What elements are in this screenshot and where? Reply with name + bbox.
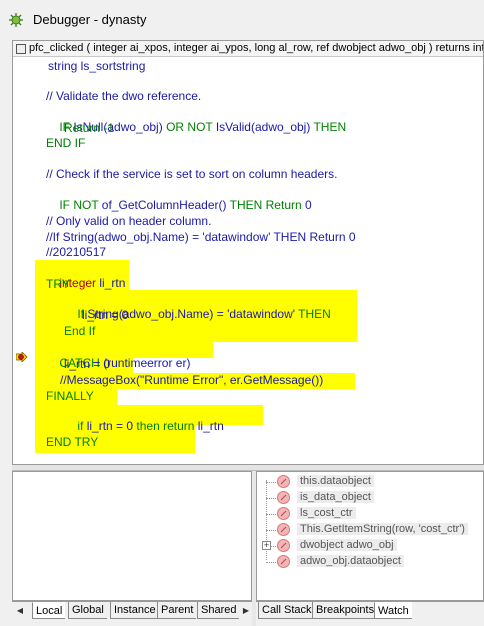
- code-keyword: OR NOT: [166, 120, 216, 134]
- tab-global[interactable]: Global: [68, 602, 107, 619]
- code-text: IsValid(adwo_obj): [215, 120, 314, 134]
- variables-pane[interactable]: [12, 471, 252, 601]
- debugger-icon: [9, 13, 23, 27]
- code-comment: // Validate the dwo reference.: [46, 89, 202, 103]
- watch-item[interactable]: adwo_obj.dataobject: [257, 554, 483, 570]
- code-text: (runtimeerror er): [103, 356, 191, 370]
- breakpoint-arrow-icon: [16, 352, 28, 362]
- window-title: Debugger - dynasty: [33, 12, 147, 27]
- invalid-watch-icon: [277, 507, 290, 520]
- watch-item[interactable]: This.GetItemString(row, 'cost_ctr'): [257, 522, 483, 538]
- watch-expression: This.GetItemString(row, 'cost_ctr'): [297, 523, 468, 535]
- watch-expression: dwobject adwo_obj: [297, 539, 397, 551]
- expand-icon[interactable]: +: [262, 541, 271, 550]
- code-keyword: THEN: [313, 120, 347, 134]
- code-comment: //MessageBox("Runtime Error", er.GetMess…: [60, 373, 324, 387]
- code-text: of_GetColumnHeader(): [101, 198, 230, 212]
- tab-instance[interactable]: Instance: [110, 602, 159, 619]
- code-keyword: THEN: [298, 307, 331, 321]
- debug-tab-bar: Call Stack Breakpoints Watch: [256, 601, 484, 619]
- function-signature: pfc_clicked ( integer ai_xpos, integer a…: [29, 42, 484, 54]
- tab-local[interactable]: Local: [32, 602, 66, 619]
- code-keyword: THEN Return: [229, 198, 305, 212]
- tab-shared[interactable]: Shared: [197, 602, 240, 619]
- editor-gutter[interactable]: [13, 57, 35, 464]
- title-bar: Debugger - dynasty: [0, 0, 484, 40]
- code-line: End If: [64, 324, 96, 338]
- watch-item[interactable]: ls_cost_ctr: [257, 506, 483, 522]
- code-line: li_rtn = 0: [64, 357, 111, 371]
- code-line: TRY: [46, 277, 70, 291]
- tab-watch[interactable]: Watch: [374, 602, 412, 619]
- code-line: END TRY: [46, 435, 99, 449]
- code-text: li_rtn: [99, 276, 126, 290]
- watch-expression: adwo_obj.dataobject: [297, 555, 404, 567]
- tab-breakpoints[interactable]: Breakpoints: [312, 602, 378, 619]
- watch-item[interactable]: + dwobject adwo_obj: [257, 538, 483, 554]
- code-comment: //20210517: [46, 245, 107, 259]
- function-icon: [16, 44, 26, 54]
- code-line: FINALLY: [46, 389, 94, 403]
- tab-parent[interactable]: Parent: [157, 602, 197, 619]
- watch-expression: ls_cost_ctr: [297, 507, 356, 519]
- code-comment: // Check if the service is set to sort o…: [46, 167, 338, 181]
- tab-call-stack[interactable]: Call Stack: [258, 602, 315, 619]
- watch-item[interactable]: is_data_object: [257, 490, 483, 506]
- invalid-watch-icon: [277, 475, 290, 488]
- scroll-right-icon[interactable]: ▶: [240, 604, 252, 618]
- invalid-watch-icon: [277, 523, 290, 536]
- code-comment: //If String(adwo_obj.Name) = 'datawindow…: [46, 230, 356, 244]
- invalid-watch-icon: [277, 539, 290, 552]
- watch-expression: is_data_object: [297, 491, 374, 503]
- code-line: Return -1: [64, 121, 115, 135]
- code-text: li_rtn: [197, 419, 224, 433]
- watch-pane[interactable]: this.dataobject is_data_object ls_cost_c…: [256, 471, 484, 601]
- function-selector[interactable]: pfc_clicked ( integer ai_xpos, integer a…: [13, 41, 484, 57]
- code-line: string ls_sortstring: [48, 59, 146, 73]
- code-line: li_rtn = 0: [82, 308, 129, 322]
- code-keyword: then return: [136, 419, 198, 433]
- watch-expression: this.dataobject: [297, 475, 374, 487]
- invalid-watch-icon: [277, 491, 290, 504]
- code-keyword: IF NOT: [59, 198, 102, 212]
- code-text: li_rtn = 0: [86, 419, 137, 433]
- code-comment: // Only valid on header column.: [46, 214, 212, 228]
- scroll-left-icon[interactable]: ◀: [14, 604, 26, 618]
- source-editor[interactable]: pfc_clicked ( integer ai_xpos, integer a…: [12, 40, 484, 465]
- code-keyword: if: [77, 419, 87, 433]
- code-text: 0: [305, 198, 312, 212]
- watch-item[interactable]: this.dataobject: [257, 474, 483, 490]
- invalid-watch-icon: [277, 555, 290, 568]
- code-line: END IF: [46, 136, 86, 150]
- variables-tab-bar: ◀ Local Global Instance Parent Shared ▶: [12, 601, 252, 619]
